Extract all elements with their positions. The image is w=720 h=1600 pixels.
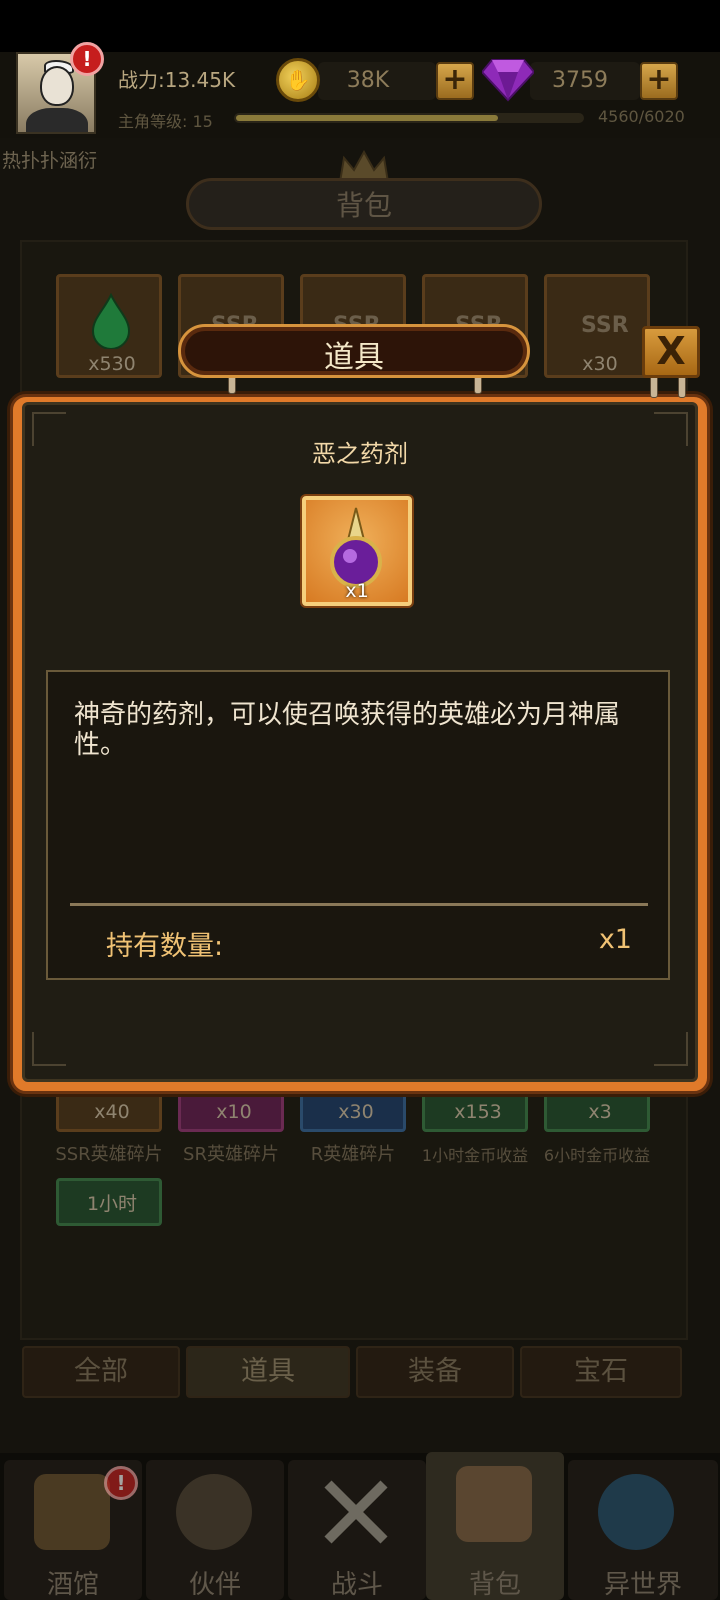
backpack-icon: [456, 1466, 532, 1542]
nav-label: 酒馆: [46, 1570, 99, 1600]
item-name: 恶之药剂: [312, 440, 408, 468]
slot-label: SSR英雄碎片: [55, 1144, 163, 1165]
close-button[interactable]: X: [642, 326, 700, 378]
bag-slot[interactable]: x10: [178, 1092, 284, 1132]
gem-icon: [482, 59, 534, 102]
bag-slot[interactable]: x40: [56, 1092, 162, 1132]
bag-slot[interactable]: 1小时: [56, 1178, 162, 1226]
nav-battle[interactable]: 战斗: [288, 1460, 426, 1600]
bag-slot[interactable]: x30: [300, 1092, 406, 1132]
bag-title: 背包: [335, 189, 392, 222]
nav-partners[interactable]: 伙伴: [146, 1460, 284, 1600]
coin-icon: ✋: [276, 58, 320, 102]
bag-slot[interactable]: x530: [56, 274, 162, 378]
tab-items[interactable]: 道具: [186, 1346, 350, 1398]
tab-gems[interactable]: 宝石: [520, 1346, 682, 1398]
slot-label: 6小时金币收益: [543, 1146, 651, 1165]
add-gems-button[interactable]: +: [640, 62, 678, 100]
green-drop-icon: [91, 293, 131, 349]
bag-slot[interactable]: SSR x30: [544, 274, 650, 378]
nav-label: 战斗: [330, 1570, 383, 1600]
nav-label: 伙伴: [188, 1570, 241, 1600]
slot-count: x30: [338, 1101, 374, 1123]
nav-bag[interactable]: 背包: [426, 1452, 564, 1600]
owned-quantity-label: 持有数量:: [106, 931, 224, 962]
slot-count: x10: [216, 1101, 252, 1123]
tavern-alert-icon: !: [104, 1466, 138, 1500]
xp-text: 4560/6020: [598, 107, 685, 126]
partner-portrait-icon: [176, 1474, 252, 1550]
divider: [70, 903, 648, 906]
bag-slot[interactable]: x3: [544, 1092, 650, 1132]
combat-power: 战力:13.45K: [118, 68, 236, 92]
slot-count: 1小时: [86, 1193, 138, 1215]
corner-ornament: [32, 1032, 66, 1066]
add-coins-button[interactable]: +: [436, 62, 474, 100]
corner-ornament: [654, 1032, 688, 1066]
avatar-head: [40, 66, 74, 106]
owned-quantity-value: x1: [598, 924, 632, 955]
item-icon-count: x1: [345, 580, 369, 602]
portal-icon: [598, 1474, 674, 1550]
slot-count: x40: [94, 1101, 130, 1123]
beer-mug-icon: [34, 1474, 110, 1550]
slot-count: x153: [454, 1101, 502, 1123]
slot-count: x3: [588, 1101, 612, 1123]
gem-value: 3759: [552, 68, 608, 93]
slot-count: x30: [582, 353, 618, 375]
slot-count: x530: [88, 353, 136, 375]
coin-value: 38K: [346, 68, 390, 93]
slot-label: R英雄碎片: [310, 1144, 396, 1165]
avatar-alert-icon: !: [70, 42, 104, 76]
nav-label: 背包: [468, 1570, 521, 1600]
hero-level-label: 主角等级: 15: [118, 112, 213, 131]
player-name: 热扑扑涵衍: [2, 150, 98, 172]
avatar-body: [26, 108, 88, 132]
tab-equipment[interactable]: 装备: [356, 1346, 514, 1398]
nav-otherworld[interactable]: 异世界: [568, 1460, 718, 1600]
nav-label: 异世界: [603, 1570, 682, 1600]
ssr-card-label: SSR: [581, 313, 629, 338]
slot-label: 1小时金币收益: [421, 1146, 529, 1165]
xp-bar-fill: [236, 115, 498, 121]
slot-label: SR英雄碎片: [183, 1144, 279, 1165]
crossed-swords-icon: [324, 1480, 388, 1544]
dialog-title: 道具: [324, 340, 384, 375]
tab-all[interactable]: 全部: [22, 1346, 180, 1398]
bag-slot[interactable]: x153: [422, 1092, 528, 1132]
status-bar: [0, 0, 720, 56]
item-description: 神奇的药剂，可以使召唤获得的英雄必为月神属性。: [74, 700, 621, 760]
